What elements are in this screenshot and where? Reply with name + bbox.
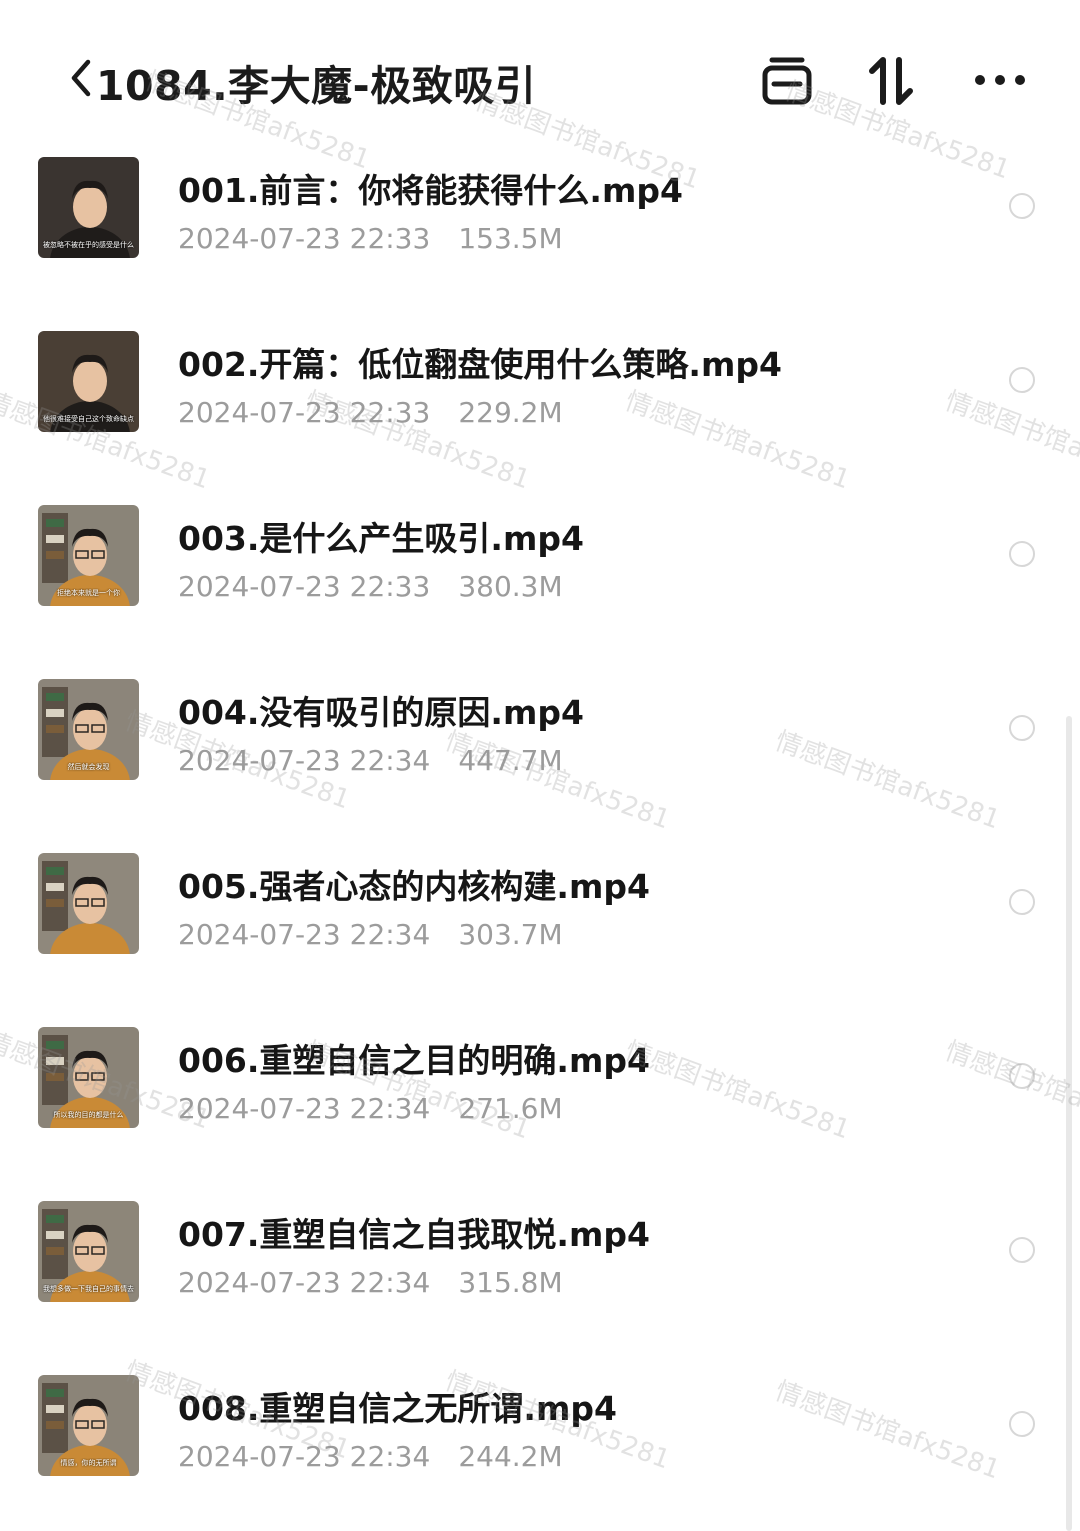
file-date: 2024-07-23 22:34: [178, 1092, 431, 1125]
select-radio[interactable]: [1009, 193, 1035, 219]
file-date: 2024-07-23 22:34: [178, 918, 431, 951]
file-meta: 2024-07-23 22:34 303.7M: [178, 918, 563, 951]
file-size: 380.3M: [458, 570, 563, 603]
file-name: 003.是什么产生吸引.mp4: [178, 519, 584, 558]
sort-icon[interactable]: [866, 54, 918, 108]
thumbnail-caption: 拒绝本来就是一个你: [57, 589, 120, 597]
file-name: 007.重塑自信之自我取悦.mp4: [178, 1215, 650, 1254]
thumbnail-caption: 所以我的目的都是什么: [53, 1111, 124, 1119]
file-row[interactable]: 我想多做一下我自己的事情去 007.重塑自信之自我取悦.mp4 2024-07-23…: [0, 1164, 1080, 1338]
file-meta: 2024-07-23 22:34 271.6M: [178, 1092, 563, 1125]
back-chevron-icon[interactable]: [66, 56, 96, 100]
file-name: 004.没有吸引的原因.mp4: [178, 693, 584, 732]
file-meta: 2024-07-23 22:34 447.7M: [178, 744, 563, 777]
video-thumbnail: 被忽略不被在乎的感受是什么: [38, 157, 139, 258]
file-row[interactable]: 被忽略不被在乎的感受是什么 001.前言：你将能获得什么.mp4 2024-07-2…: [0, 120, 1080, 294]
file-meta: 2024-07-23 22:34 315.8M: [178, 1266, 563, 1299]
select-radio[interactable]: [1009, 367, 1035, 393]
scrollbar[interactable]: [1066, 716, 1072, 1531]
file-name: 002.开篇：低位翻盘使用什么策略.mp4: [178, 345, 782, 384]
video-thumbnail: 我想多做一下我自己的事情去: [38, 1201, 139, 1302]
file-name: 005.强者心态的内核构建.mp4: [178, 867, 650, 906]
file-date: 2024-07-23 22:34: [178, 744, 431, 777]
file-row[interactable]: 拒绝本来就是一个你 003.是什么产生吸引.mp4 2024-07-23 22:33…: [0, 468, 1080, 642]
select-radio[interactable]: [1009, 715, 1035, 741]
thumbnail-caption: 他很难接受自己这个致命缺点: [43, 415, 134, 423]
page-title: 1084.李大魔-极致吸引: [96, 62, 537, 110]
file-date: 2024-07-23 22:33: [178, 396, 431, 429]
file-size: 447.7M: [458, 744, 563, 777]
file-date: 2024-07-23 22:34: [178, 1266, 431, 1299]
file-size: 229.2M: [458, 396, 563, 429]
file-date: 2024-07-23 22:33: [178, 222, 431, 255]
file-row[interactable]: 所以我的目的都是什么 006.重塑自信之目的明确.mp4 2024-07-23 22…: [0, 990, 1080, 1164]
video-thumbnail: 然后就会发现: [38, 679, 139, 780]
file-name: 006.重塑自信之目的明确.mp4: [178, 1041, 650, 1080]
thumbnail-person-image: [42, 861, 130, 954]
file-size: 303.7M: [458, 918, 563, 951]
file-size: 244.2M: [458, 1440, 563, 1473]
video-thumbnail: 拒绝本来就是一个你: [38, 505, 139, 606]
select-radio[interactable]: [1009, 1237, 1035, 1263]
select-radio[interactable]: [1009, 889, 1035, 915]
file-row[interactable]: 然后就会发现 004.没有吸引的原因.mp4 2024-07-23 22:34 447…: [0, 642, 1080, 816]
more-options-icon[interactable]: [972, 60, 1028, 100]
file-row[interactable]: 005.强者心态的内核构建.mp4 2024-07-23 22:34 303.7M: [0, 816, 1080, 990]
thumbnail-caption: 被忽略不被在乎的感受是什么: [43, 241, 134, 249]
file-row[interactable]: 情感，你的无所谓 008.重塑自信之无所谓.mp4 2024-07-23 22:34…: [0, 1338, 1080, 1512]
select-radio[interactable]: [1009, 541, 1035, 567]
select-radio[interactable]: [1009, 1411, 1035, 1437]
file-meta: 2024-07-23 22:33 380.3M: [178, 570, 563, 603]
video-thumbnail: 情感，你的无所谓: [38, 1375, 139, 1476]
thumbnail-caption: 我想多做一下我自己的事情去: [43, 1285, 134, 1293]
file-date: 2024-07-23 22:34: [178, 1440, 431, 1473]
thumbnail-caption: 然后就会发现: [67, 763, 110, 771]
file-date: 2024-07-23 22:33: [178, 570, 431, 603]
video-thumbnail: 他很难接受自己这个致命缺点: [38, 331, 139, 432]
thumbnail-caption: 情感，你的无所谓: [60, 1459, 117, 1467]
file-size: 153.5M: [458, 222, 563, 255]
video-thumbnail: 所以我的目的都是什么: [38, 1027, 139, 1128]
select-radio[interactable]: [1009, 1063, 1035, 1089]
file-size: 271.6M: [458, 1092, 563, 1125]
video-thumbnail: [38, 853, 139, 954]
file-meta: 2024-07-23 22:33 153.5M: [178, 222, 563, 255]
file-size: 315.8M: [458, 1266, 563, 1299]
file-row[interactable]: 他很难接受自己这个致命缺点 002.开篇：低位翻盘使用什么策略.mp4 2024-0…: [0, 294, 1080, 468]
file-name: 008.重塑自信之无所谓.mp4: [178, 1389, 617, 1428]
select-all-icon[interactable]: [760, 54, 814, 108]
file-meta: 2024-07-23 22:34 244.2M: [178, 1440, 563, 1473]
file-meta: 2024-07-23 22:33 229.2M: [178, 396, 563, 429]
file-name: 001.前言：你将能获得什么.mp4: [178, 171, 683, 210]
